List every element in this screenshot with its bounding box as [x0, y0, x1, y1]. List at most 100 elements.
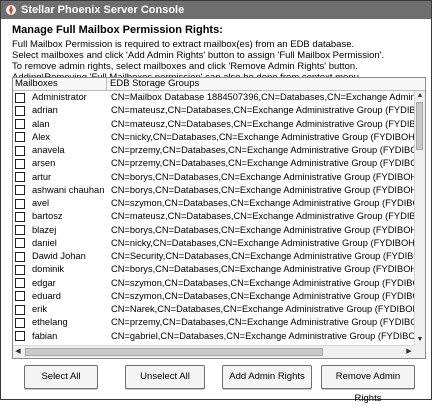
mailbox-name: arsen	[32, 158, 56, 169]
mailbox-name: blazej	[32, 224, 57, 235]
vertical-scroll-thumb[interactable]	[416, 102, 423, 150]
mailbox-checkbox[interactable]	[15, 211, 25, 222]
mailbox-cell: eduard	[13, 290, 107, 303]
mailbox-checkbox[interactable]	[15, 105, 25, 116]
table-row[interactable]: Administrator CN=Mailbox Database 1884507…	[13, 91, 414, 104]
table-row[interactable]: bartosz CN=mateusz,CN=Databases,CN=Exchan…	[13, 210, 414, 223]
table-row[interactable]: Alex CN=nicky,CN=Databases,CN=Exchange Ad…	[13, 131, 414, 144]
table-row[interactable]: anavela CN=przemy,CN=Databases,CN=Exchang…	[13, 144, 414, 157]
section-heading: Manage Full Mailbox Permission Rights:	[12, 24, 223, 36]
mailbox-checkbox[interactable]	[15, 92, 25, 103]
edb-storage-group-cell: CN=mateusz,CN=Databases,CN=Exchange Admi…	[111, 118, 414, 129]
mailbox-name: Administrator	[32, 92, 87, 103]
description-line: To remove admin rights, select mailboxes…	[12, 61, 358, 72]
mailbox-cell: FederatedEmail.4c1f4d...	[13, 343, 107, 345]
mailbox-name: FederatedEmail.4c1f4d...	[32, 343, 107, 345]
table-row[interactable]: eduard CN=szymon,CN=Databases,CN=Exchange…	[13, 290, 414, 303]
scroll-up-icon[interactable]: ▲	[415, 91, 425, 101]
mailbox-name: anavela	[32, 145, 65, 156]
mailbox-checkbox[interactable]	[15, 304, 25, 315]
table-row[interactable]: Dawid Johan CN=Security,CN=Databases,CN=E…	[13, 250, 414, 263]
edb-storage-group-cell: CN=borys,CN=Databases,CN=Exchange Admini…	[111, 171, 414, 182]
mailbox-name: eduard	[32, 290, 61, 301]
mailbox-checkbox[interactable]	[15, 251, 25, 262]
table-row[interactable]: arsen CN=przemy,CN=Databases,CN=Exchange …	[13, 157, 414, 170]
mailbox-checkbox[interactable]	[15, 225, 25, 236]
table-row[interactable]: adrian CN=mateusz,CN=Databases,CN=Exchang…	[13, 104, 414, 117]
mailbox-cell: Dawid Johan	[13, 250, 107, 263]
scroll-right-icon[interactable]: ▶	[404, 346, 414, 358]
remove-admin-rights-button[interactable]: Remove Admin Rights	[321, 365, 415, 404]
table-row[interactable]: erik CN=Narek,CN=Databases,CN=Exchange Ad…	[13, 303, 414, 316]
mailbox-checkbox[interactable]	[15, 145, 25, 156]
unselect-all-button[interactable]: Unselect All	[125, 365, 205, 389]
mailbox-name: fabian	[32, 330, 58, 341]
mailbox-checkbox[interactable]	[15, 198, 25, 209]
mailbox-name: bartosz	[32, 211, 63, 222]
table-row[interactable]: blazej CN=borys,CN=Databases,CN=Exchange …	[13, 224, 414, 237]
mailbox-checkbox[interactable]	[15, 172, 25, 183]
mailbox-cell: edgar	[13, 277, 107, 290]
edb-storage-group-cell: CN=szymon,CN=Databases,CN=Exchange Admin…	[111, 290, 414, 301]
mailbox-cell: fabian	[13, 330, 107, 343]
column-header-edb-storage-groups[interactable]: EDB Storage Groups	[107, 78, 425, 90]
mailbox-cell: erik	[13, 303, 107, 316]
edb-storage-group-cell: CN=borys,CN=Databases,CN=Exchange Admini…	[111, 264, 414, 275]
table-row[interactable]: alan CN=mateusz,CN=Databases,CN=Exchange …	[13, 118, 414, 131]
add-admin-rights-button[interactable]: Add Admin Rights	[222, 365, 312, 389]
mailbox-checkbox[interactable]	[15, 185, 25, 196]
server-console-window: Stellar Phoenix Server Console Manage Fu…	[0, 0, 432, 404]
mailbox-checkbox[interactable]	[15, 317, 25, 328]
scroll-down-icon[interactable]: ▼	[415, 335, 425, 345]
table-row[interactable]: fabian CN=gabriel,CN=Databases,CN=Exchang…	[13, 330, 414, 343]
mailbox-name: erik	[32, 304, 47, 315]
mailbox-name: daniel	[32, 237, 57, 248]
table-row[interactable]: avel CN=szymon,CN=Databases,CN=Exchange A…	[13, 197, 414, 210]
horizontal-scrollbar[interactable]: ◀ ▶	[13, 345, 414, 358]
edb-storage-group-cell: CN=przemy,CN=Databases,CN=Exchange Admin…	[111, 145, 414, 155]
scrollbar-corner	[414, 345, 425, 358]
mailbox-checkbox[interactable]	[15, 158, 25, 169]
edb-storage-group-cell: CN=Mailbox Database 1884507396,CN=Databa…	[107, 343, 414, 345]
table-row[interactable]: ethelang CN=przemy,CN=Databases,CN=Exchan…	[13, 316, 414, 329]
mailbox-cell: dominik	[13, 263, 107, 276]
mailbox-checkbox[interactable]	[15, 238, 25, 249]
column-header-mailboxes[interactable]: Mailboxes	[13, 78, 107, 90]
edb-storage-group-cell: CN=przemy,CN=Databases,CN=Exchange Admin…	[111, 317, 414, 328]
description-line: Select mailboxes and click 'Add Admin Ri…	[12, 50, 385, 61]
mailbox-cell: ashwani chauhan	[13, 184, 107, 197]
edb-storage-group-cell: CN=nicky,CN=Databases,CN=Exchange Admini…	[111, 131, 414, 142]
mailbox-cell: daniel	[13, 237, 107, 250]
mailbox-cell: Administrator	[13, 91, 107, 104]
mailbox-checkbox[interactable]	[15, 331, 25, 342]
edb-storage-group-cell: CN=szymon,CN=Databases,CN=Exchange Admin…	[111, 198, 414, 208]
mailbox-cell: alan	[13, 118, 107, 131]
horizontal-scroll-thumb[interactable]	[25, 348, 323, 356]
edb-storage-group-cell: CN=mateusz,CN=Databases,CN=Exchange Admi…	[111, 105, 414, 116]
table-row[interactable]: dominik CN=borys,CN=Databases,CN=Exchange…	[13, 263, 414, 276]
mailbox-name: avel	[32, 198, 50, 209]
window-title: Stellar Phoenix Server Console	[21, 4, 185, 16]
mailbox-cell: anavela	[13, 144, 107, 157]
mailbox-checkbox[interactable]	[15, 278, 25, 289]
scroll-left-icon[interactable]: ◀	[13, 346, 23, 358]
mailbox-cell: avel	[13, 197, 107, 210]
mailbox-name: artur	[32, 171, 52, 182]
select-all-button[interactable]: Select All	[24, 365, 98, 389]
edb-storage-group-cell: CN=borys,CN=Databases,CN=Exchange Admini…	[111, 224, 414, 235]
table-row[interactable]: daniel CN=nicky,CN=Databases,CN=Exchange …	[13, 237, 414, 250]
table-row[interactable]: ashwani chauhan CN=borys,CN=Databases,CN=…	[13, 184, 414, 197]
mailbox-checkbox[interactable]	[15, 132, 25, 143]
edb-storage-group-cell: CN=Security,CN=Databases,CN=Exchange Adm…	[111, 251, 414, 261]
vertical-scrollbar[interactable]: ▲ ▼	[414, 91, 425, 345]
mailbox-checkbox[interactable]	[15, 119, 25, 130]
table-row[interactable]: FederatedEmail.4c1f4d...CN=Mailbox Datab…	[13, 343, 414, 345]
edb-storage-group-cell: CN=mateusz,CN=Databases,CN=Exchange Admi…	[111, 211, 414, 222]
table-row[interactable]: artur CN=borys,CN=Databases,CN=Exchange A…	[13, 171, 414, 184]
mailbox-checkbox[interactable]	[15, 291, 25, 302]
table-row[interactable]: edgar CN=szymon,CN=Databases,CN=Exchange …	[13, 277, 414, 290]
edb-storage-group-cell: CN=borys,CN=Databases,CN=Exchange Admini…	[111, 184, 414, 195]
edb-storage-group-cell: CN=gabriel,CN=Databases,CN=Exchange Admi…	[111, 330, 414, 341]
mailbox-cell: ethelang	[13, 316, 107, 329]
mailbox-checkbox[interactable]	[15, 264, 25, 275]
